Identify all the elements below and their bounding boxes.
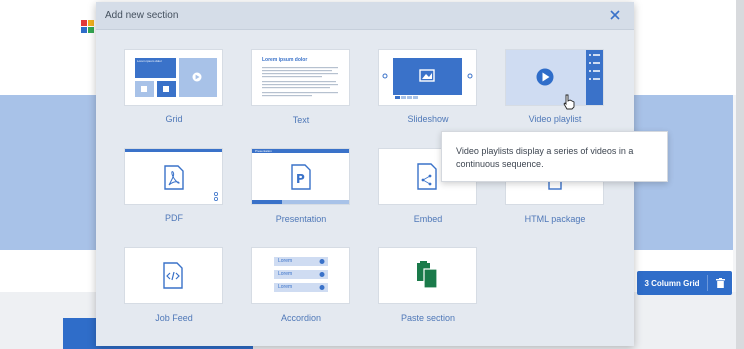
app-logo	[81, 20, 95, 36]
pdf-preview-icon	[125, 149, 222, 202]
tile-label-grid: Grid	[165, 114, 183, 124]
accordion-item-label: Lorem	[278, 271, 293, 277]
tile-video-playlist[interactable]	[505, 49, 604, 110]
section-toolbar: 3 Column Grid	[637, 271, 732, 295]
tile-label-accordion: Accordion	[280, 313, 322, 323]
presentation-bar-label: Presentation	[255, 149, 272, 153]
tile-label-text: Text	[292, 115, 310, 125]
cursor-hand-icon	[563, 94, 575, 110]
tile-label-video-playlist: Video playlist	[528, 114, 582, 124]
tile-text[interactable]: Lorem ipsum dolor	[251, 49, 350, 106]
tile-pdf[interactable]	[124, 148, 223, 205]
accordion-item-label: Lorem	[278, 284, 293, 290]
accordion-preview-icon	[274, 257, 328, 292]
dialog-title: Add new section	[105, 10, 179, 21]
tile-label-pdf: PDF	[165, 213, 183, 223]
tile-grid[interactable]: Lorem ipsum dolor	[124, 49, 223, 106]
tile-label-paste-section: Paste section	[400, 313, 456, 323]
tile-slideshow[interactable]	[378, 49, 477, 106]
job-feed-preview-icon	[163, 262, 183, 289]
tile-paste-section[interactable]	[378, 247, 477, 304]
close-button[interactable]	[608, 8, 622, 22]
video-playlist-tooltip: Video playlists display a series of vide…	[441, 131, 668, 182]
tile-presentation[interactable]: P Presentation	[251, 148, 350, 205]
trash-icon	[715, 278, 725, 288]
tile-label-slideshow: Slideshow	[407, 114, 449, 124]
grid-label-button[interactable]: 3 Column Grid	[637, 279, 707, 288]
text-preview-heading: Lorem ipsum dolor	[262, 57, 308, 63]
close-icon	[610, 10, 620, 20]
tile-label-html-package: HTML package	[524, 214, 586, 224]
presentation-preview-icon: P	[252, 149, 349, 204]
accordion-item-label: Lorem	[278, 258, 293, 264]
delete-button[interactable]	[708, 278, 732, 288]
tile-job-feed[interactable]	[124, 247, 223, 304]
page-scrollbar[interactable]	[736, 0, 744, 349]
slideshow-preview-icon	[382, 58, 473, 99]
tile-label-presentation: Presentation	[275, 214, 327, 224]
grid-preview-heading: Lorem ipsum dolor	[137, 59, 162, 63]
dialog-header: Add new section	[96, 2, 634, 30]
video-playlist-preview-icon	[536, 50, 603, 105]
svg-text:P: P	[296, 172, 305, 186]
paste-preview-icon	[417, 261, 438, 289]
tile-accordion[interactable]: Lorem Lorem Lorem	[251, 247, 350, 304]
tile-label-job-feed: Job Feed	[155, 313, 193, 323]
tile-label-embed: Embed	[413, 214, 443, 224]
